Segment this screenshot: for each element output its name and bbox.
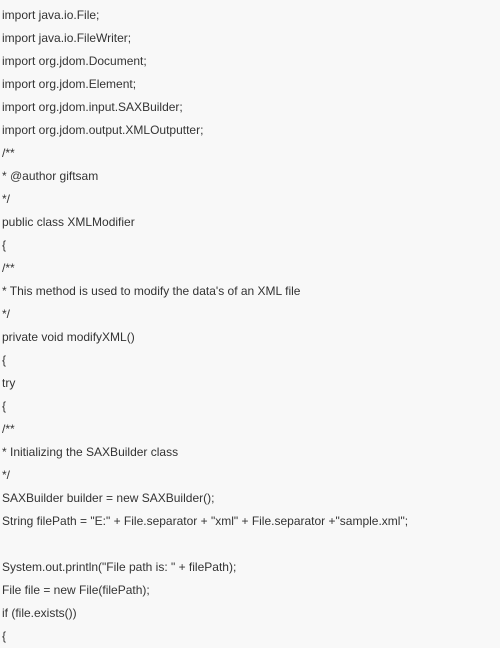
code-line: * This method is used to modify the data… [2,280,500,303]
code-line: */ [2,464,500,487]
code-line: String filePath = "E:" + File.separator … [2,510,500,533]
code-line: private void modifyXML() [2,326,500,349]
code-line: import org.jdom.Document; [2,50,500,73]
code-line: try [2,372,500,395]
code-line: File file = new File(filePath); [2,579,500,602]
code-line: import org.jdom.input.SAXBuilder; [2,96,500,119]
code-line: import org.jdom.Element; [2,73,500,96]
code-line: */ [2,303,500,326]
code-line: { [2,625,500,648]
code-line: import java.io.File; [2,4,500,27]
code-line: SAXBuilder builder = new SAXBuilder(); [2,487,500,510]
code-line: /** [2,257,500,280]
code-line: { [2,234,500,257]
code-line: /** [2,142,500,165]
code-block: import java.io.File; import java.io.File… [0,0,500,648]
code-line: import java.io.FileWriter; [2,27,500,50]
code-line: import org.jdom.output.XMLOutputter; [2,119,500,142]
code-line: * @author giftsam [2,165,500,188]
code-line: public class XMLModifier [2,211,500,234]
code-line [2,533,500,556]
code-line: { [2,349,500,372]
code-line: if (file.exists()) [2,602,500,625]
code-line: */ [2,188,500,211]
code-line: * Initializing the SAXBuilder class [2,441,500,464]
code-line: System.out.println("File path is: " + fi… [2,556,500,579]
code-line: { [2,395,500,418]
code-line: /** [2,418,500,441]
